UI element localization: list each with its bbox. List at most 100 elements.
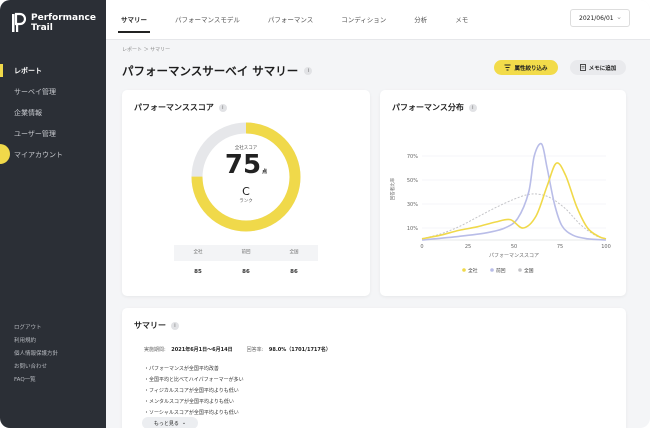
sidebar-item-report[interactable]: レポート [0,60,106,81]
breadcrumb[interactable]: レポート ＞ サマリー [122,46,170,53]
attribute-filter-button[interactable]: 属性絞り込み [494,60,558,75]
rank-label: ランク [239,198,253,204]
add-memo-button[interactable]: メモに追加 [570,60,626,75]
footer-link-contact[interactable]: お問い合わせ [14,361,58,374]
score-value-row: 75 点 [225,151,267,186]
brand-line-2: Trail [31,23,53,33]
sidebar-item-survey[interactable]: サーベイ管理 [0,81,106,102]
score-card-title: パフォーマンススコア [134,103,214,112]
legend-label: 全社 [468,267,478,274]
tab-summary[interactable]: サマリー [118,12,150,33]
page-title-row: パフォーマンスサーベイ サマリー i [122,63,313,79]
add-memo-label: メモに追加 [588,65,617,72]
table-cell: 85 [194,269,202,275]
sidebar-footer: ログアウト 利用規約 個人情報保護方針 お問い合わせ FAQ一覧 [14,322,58,387]
x-tick-label: 100 [601,244,611,250]
y-tick-label: 70% [407,154,418,160]
summary-response-rate: 回答率: 98.0%（1701/1717名） [247,346,331,353]
x-axis-title: パフォーマンススコア [489,253,539,259]
rank-value: C [242,184,250,198]
brand-name: Performance Trail [31,13,96,33]
tab-condition[interactable]: コンディション [341,12,386,33]
footer-link-terms[interactable]: 利用規約 [14,335,58,348]
table-header-row: 全社 前回 全国 [174,245,318,261]
summary-card-title: サマリー [134,321,166,330]
info-icon[interactable]: i [218,103,227,112]
legend-label: 前回 [496,267,506,274]
card-title-row: サマリー i [134,320,179,331]
x-tick-label: 0 [420,244,423,250]
info-icon[interactable]: i [171,321,179,330]
brand-line-1: Performance [31,13,96,23]
table-header: 前回 [241,250,251,255]
performance-distribution-card: パフォーマンス分布 i 10% 30% 50% 70% 0 25 50 75 100 パフォーマン… [380,90,626,296]
footer-link-privacy[interactable]: 個人情報保護方針 [14,348,58,361]
list-item: ・全国平均と比べてハイパフォーマーが多い [144,377,244,383]
x-tick-label: 75 [557,244,563,250]
score-value: 75 [224,149,262,180]
table-header: 全社 [193,250,203,255]
summary-card: サマリー i 実施期間: 2021年6月1日〜6月14日 回答率: 98.0%（… [122,308,626,428]
show-more-button[interactable]: もっと見る ⌄ [142,417,198,428]
response-value: 98.0%（1701/1717名） [268,347,331,353]
sidebar: Performance Trail レポート サーベイ管理 企業情報 ユーザー管… [0,0,106,428]
score-gauge: 全社スコア 75 点 C ランク [187,118,305,236]
list-item: ・フィジカルスコアが全国平均よりも低い [144,388,239,394]
period-value: 2021年6月1日〜6月14日 [171,347,233,353]
logo-mark-icon [12,12,26,32]
sidebar-item-account[interactable]: マイアカウント [0,144,106,165]
x-tick-label: 25 [465,244,471,250]
chevron-down-icon: ⌄ [181,420,187,426]
info-icon[interactable]: i [304,67,313,75]
y-tick-label: 50% [407,178,418,184]
distribution-chart: 10% 30% 50% 70% 0 25 50 75 100 パフォーマンススコア 回答者比率全社 前… [389,142,611,274]
sidebar-item-label: マイアカウント [14,150,63,159]
table-row: 85 86 86 [174,261,318,283]
summary-period: 実施期間: 2021年6月1日〜6月14日 [144,346,233,353]
date-select[interactable]: 2021/06/01 ⌄ [570,9,630,27]
summary-bullets: ・パフォーマンスが全国平均改善 ・全国平均と比べてハイパフォーマーが多い ・フィ… [144,364,244,419]
sidebar-item-users[interactable]: ユーザー管理 [0,123,106,144]
show-more-label: もっと見る [153,420,179,427]
response-label: 回答率: [246,347,264,353]
sidebar-item-label: サーベイ管理 [14,87,56,96]
table-header: 全国 [289,250,299,255]
score-unit: 点 [262,168,268,175]
brand-logo[interactable]: Performance Trail [12,12,96,34]
legend-swatch [462,268,466,272]
summary-meta: 実施期間: 2021年6月1日〜6月14日 回答率: 98.0%（1701/17… [144,346,331,353]
footer-link-logout[interactable]: ログアウト [14,322,58,335]
table-cell: 86 [242,269,250,275]
legend-swatch [518,268,522,272]
score-comparison-table: 全社 前回 全国 85 86 86 [174,245,318,289]
attribute-filter-label: 属性絞り込み [514,65,548,72]
date-select-value: 2021/06/01 [579,14,614,22]
page-title: パフォーマンスサーベイ サマリー [122,64,299,78]
x-tick-label: 50 [511,244,517,250]
series-line-0 [421,162,607,240]
tab-bar: サマリー パフォーマンスモデル パフォーマンス コンディション 分析 メモ [118,12,496,33]
series-line-1 [421,142,607,241]
footer-link-faq[interactable]: FAQ一覧 [14,374,58,387]
sidebar-item-label: ユーザー管理 [14,129,56,138]
performance-score-card: パフォーマンススコア i 全社スコア 75 点 C ランク 全社 前回 全国 8… [122,90,370,296]
tab-memo[interactable]: メモ [455,12,468,33]
gauge-center: 全社スコア 75 点 C ランク [187,118,305,236]
y-tick-label: 30% [407,202,418,208]
legend-swatch [490,268,494,272]
sidebar-item-label: レポート [14,66,42,75]
tab-analysis[interactable]: 分析 [414,12,427,33]
tab-performance[interactable]: パフォーマンス [268,12,313,33]
sidebar-nav: レポート サーベイ管理 企業情報 ユーザー管理 マイアカウント [0,60,106,165]
list-item: ・パフォーマンスが全国平均改善 [144,366,219,372]
tab-performance-model[interactable]: パフォーマンスモデル [175,12,240,33]
sidebar-item-company[interactable]: 企業情報 [0,102,106,123]
card-title-row: パフォーマンススコア i [134,102,227,113]
legend-label: 全国 [524,267,534,274]
y-axis-title: 回答者比率 [389,177,396,200]
period-label: 実施期間: [144,347,166,353]
filter-icon [504,64,511,71]
list-item: ・メンタルスコアが全国平均よりも低い [144,399,234,405]
memo-icon [579,64,586,71]
chevron-down-icon: ⌄ [616,13,622,21]
